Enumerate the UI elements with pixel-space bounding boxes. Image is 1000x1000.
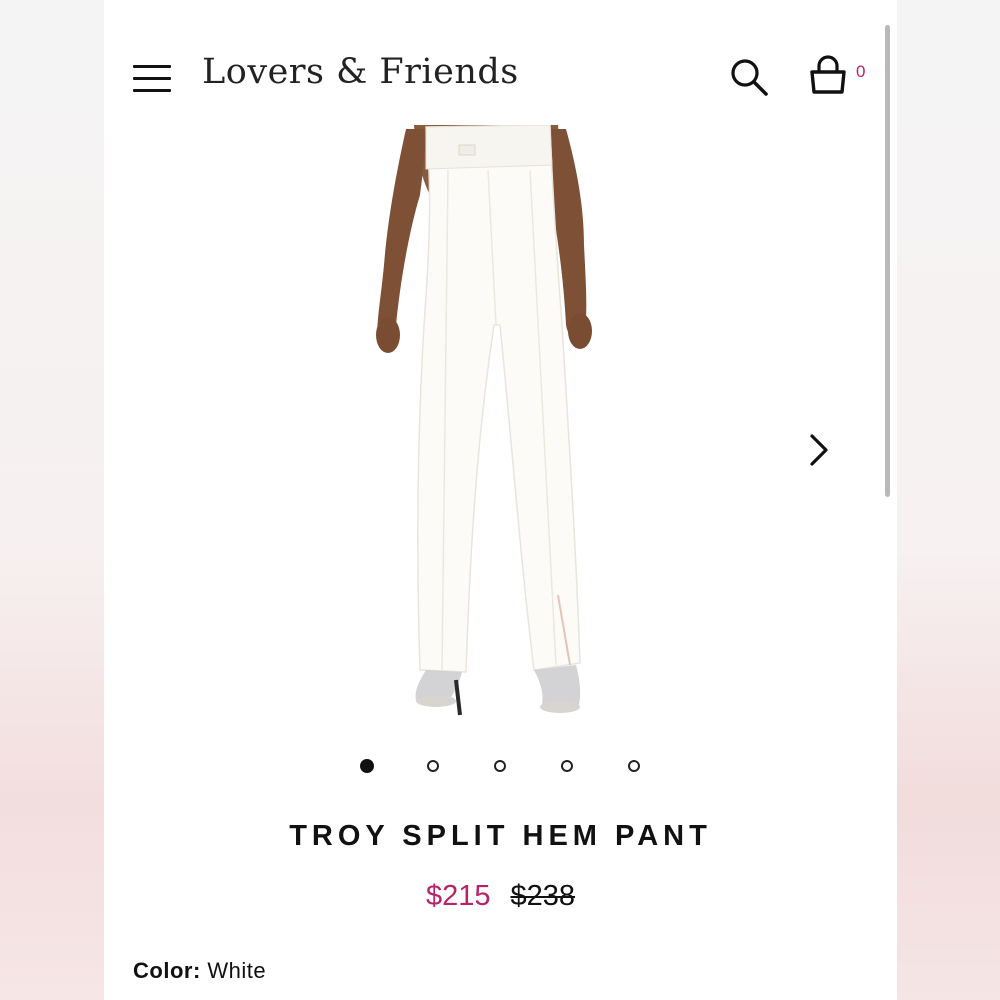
chevron-right-icon: [810, 434, 828, 466]
cart-count-badge: 0: [856, 62, 866, 81]
left-backdrop: [0, 0, 104, 1000]
search-icon: [731, 59, 768, 96]
hamburger-menu-icon: [133, 65, 171, 68]
pagination-dot-2[interactable]: [427, 760, 439, 772]
mobile-screen: Lovers & Friends 0 TROY SPLIT HEM PANT $…: [104, 0, 897, 1000]
pagination-dot-3[interactable]: [494, 760, 506, 772]
menu-button[interactable]: [133, 62, 173, 94]
scrollbar-thumb[interactable]: [885, 25, 890, 497]
color-selector: Color: White: [133, 958, 266, 984]
image-pagination: [104, 758, 897, 778]
next-image-button[interactable]: [804, 430, 834, 470]
hamburger-menu-line: [133, 89, 171, 92]
product-title: TROY SPLIT HEM PANT: [289, 820, 712, 852]
pagination-dot-5[interactable]: [628, 760, 640, 772]
pagination-dot-4[interactable]: [561, 760, 573, 772]
product-image[interactable]: [344, 125, 664, 730]
price-row: $215 $238: [104, 880, 897, 913]
color-label: Color:: [133, 958, 201, 983]
color-value: White: [207, 958, 267, 983]
brand-logo[interactable]: Lovers & Friends: [202, 52, 519, 92]
right-backdrop: [897, 0, 1000, 1000]
sale-price: $215: [425, 880, 491, 912]
scrollbar[interactable]: [885, 25, 891, 500]
shopping-bag-icon: [810, 55, 846, 94]
hamburger-menu-line: [133, 77, 171, 80]
original-price: $238: [510, 880, 576, 912]
search-button[interactable]: [728, 56, 770, 98]
pagination-dot-1[interactable]: [360, 759, 374, 773]
cart-button[interactable]: [806, 54, 850, 98]
